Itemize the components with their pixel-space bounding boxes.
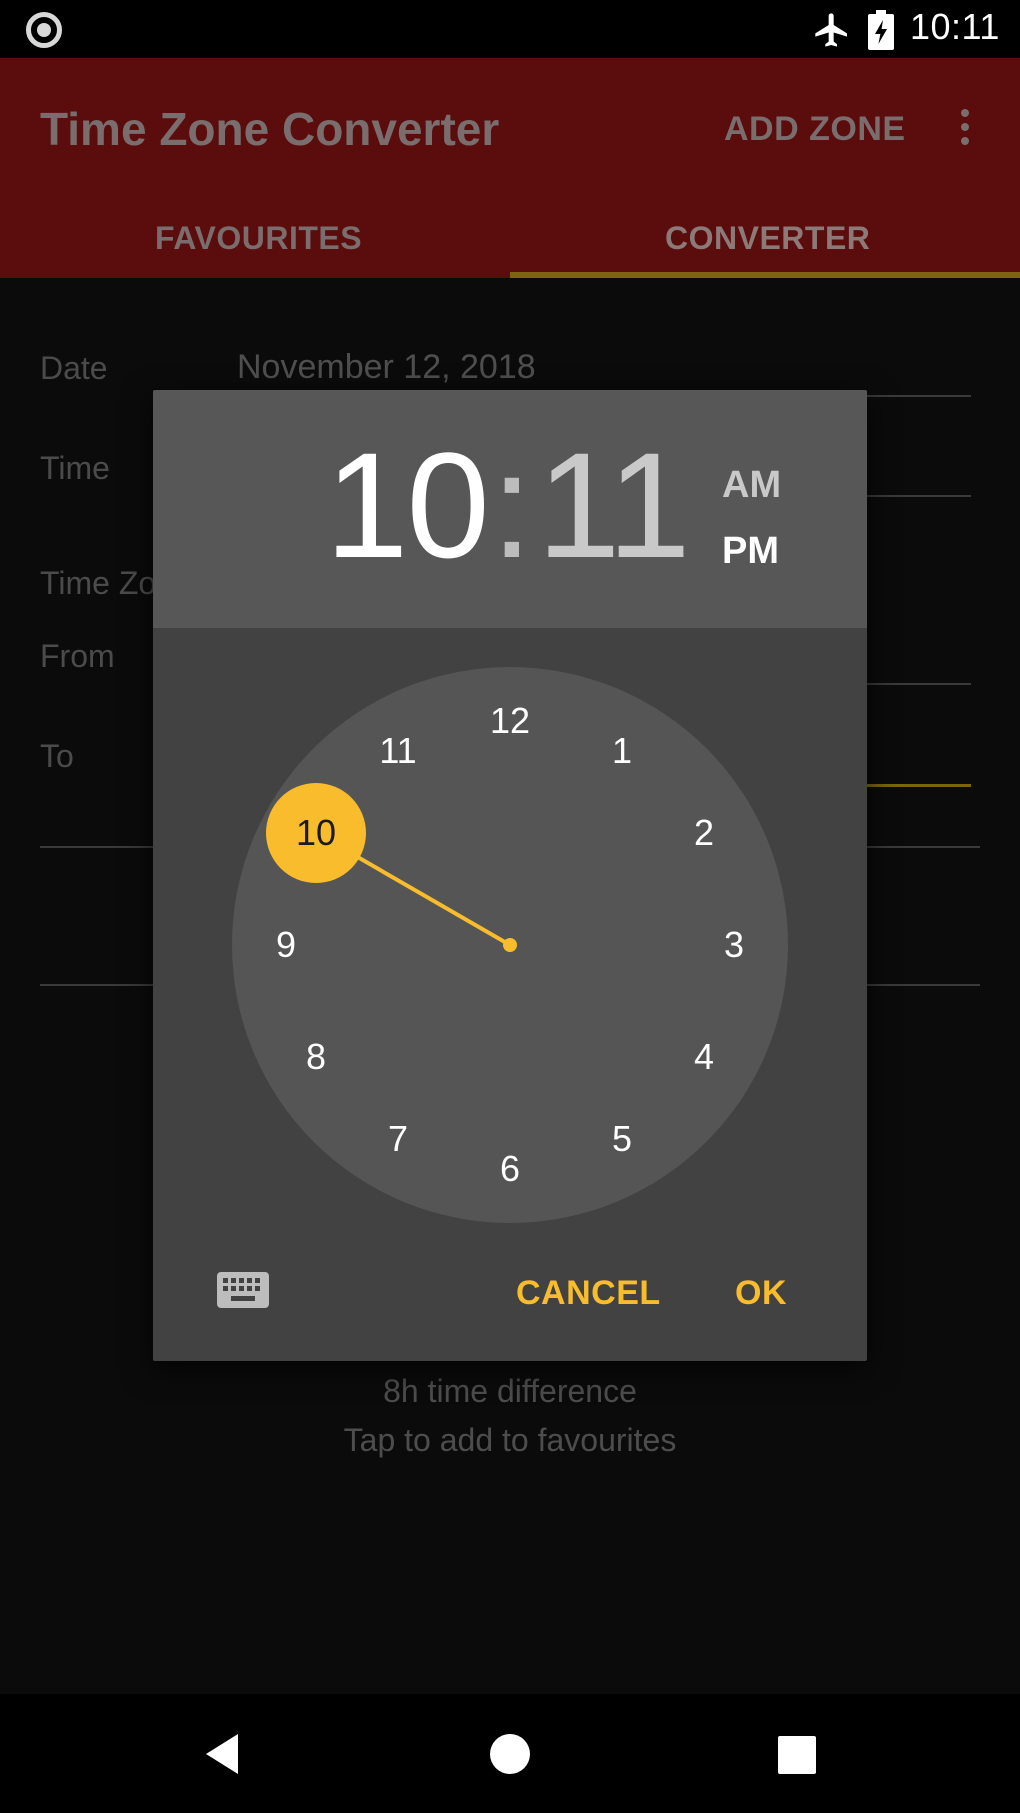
tab-converter[interactable]: CONVERTER (665, 220, 870, 257)
clock-number-4[interactable]: 4 (694, 1036, 714, 1077)
clock-number-9[interactable]: 9 (276, 924, 296, 965)
time-picker-dialog: 10 : 11 AM PM 12 1 2 3 4 5 6 7 8 9 10 11 CANCEL OK (153, 390, 867, 1361)
date-field[interactable]: November 12, 2018 (237, 348, 536, 387)
add-zone-button[interactable]: ADD ZONE (724, 110, 906, 149)
record-indicator-icon (26, 12, 62, 48)
clock-number-8[interactable]: 8 (306, 1036, 326, 1077)
status-time: 10:11 (910, 6, 1000, 47)
tab-indicator (510, 272, 1020, 278)
clock-number-7[interactable]: 7 (388, 1118, 408, 1159)
keyboard-icon[interactable] (217, 1272, 269, 1308)
time-difference-text: 8h time difference (383, 1373, 637, 1409)
navigation-bar (0, 1694, 1020, 1813)
time-zone-label: Time Zo (40, 565, 157, 601)
time-label: Time (40, 450, 110, 486)
add-favourites-hint[interactable]: Tap to add to favourites (0, 1422, 1020, 1459)
home-icon[interactable] (490, 1734, 530, 1774)
status-bar: 10:11 (0, 0, 1020, 58)
overflow-menu-icon[interactable] (955, 106, 975, 150)
clock-number-3[interactable]: 3 (724, 924, 744, 965)
clock-number-5[interactable]: 5 (612, 1118, 632, 1159)
clock-center-dot (503, 938, 517, 952)
clock-number-12[interactable]: 12 (490, 700, 530, 741)
from-label: From (40, 638, 115, 674)
clock-number-1[interactable]: 1 (612, 730, 632, 771)
date-label: Date (40, 350, 108, 386)
app-bar: Time Zone Converter ADD ZONE FAVOURITES … (0, 58, 1020, 278)
back-icon[interactable] (202, 1732, 242, 1776)
clock-number-10[interactable]: 10 (296, 812, 336, 853)
battery-charging-icon (868, 10, 894, 50)
clock-dial[interactable]: 121234567891011 (153, 390, 867, 1361)
clock-number-2[interactable]: 2 (694, 812, 714, 853)
airplane-mode-icon (815, 13, 847, 47)
to-label: To (40, 738, 74, 774)
tab-favourites[interactable]: FAVOURITES (155, 220, 362, 257)
clock-number-6[interactable]: 6 (500, 1148, 520, 1189)
clock-number-11[interactable]: 11 (379, 730, 416, 771)
ok-button[interactable]: OK (735, 1274, 787, 1313)
recents-icon[interactable] (778, 1736, 816, 1774)
app-title: Time Zone Converter (40, 103, 500, 155)
cancel-button[interactable]: CANCEL (516, 1274, 661, 1313)
